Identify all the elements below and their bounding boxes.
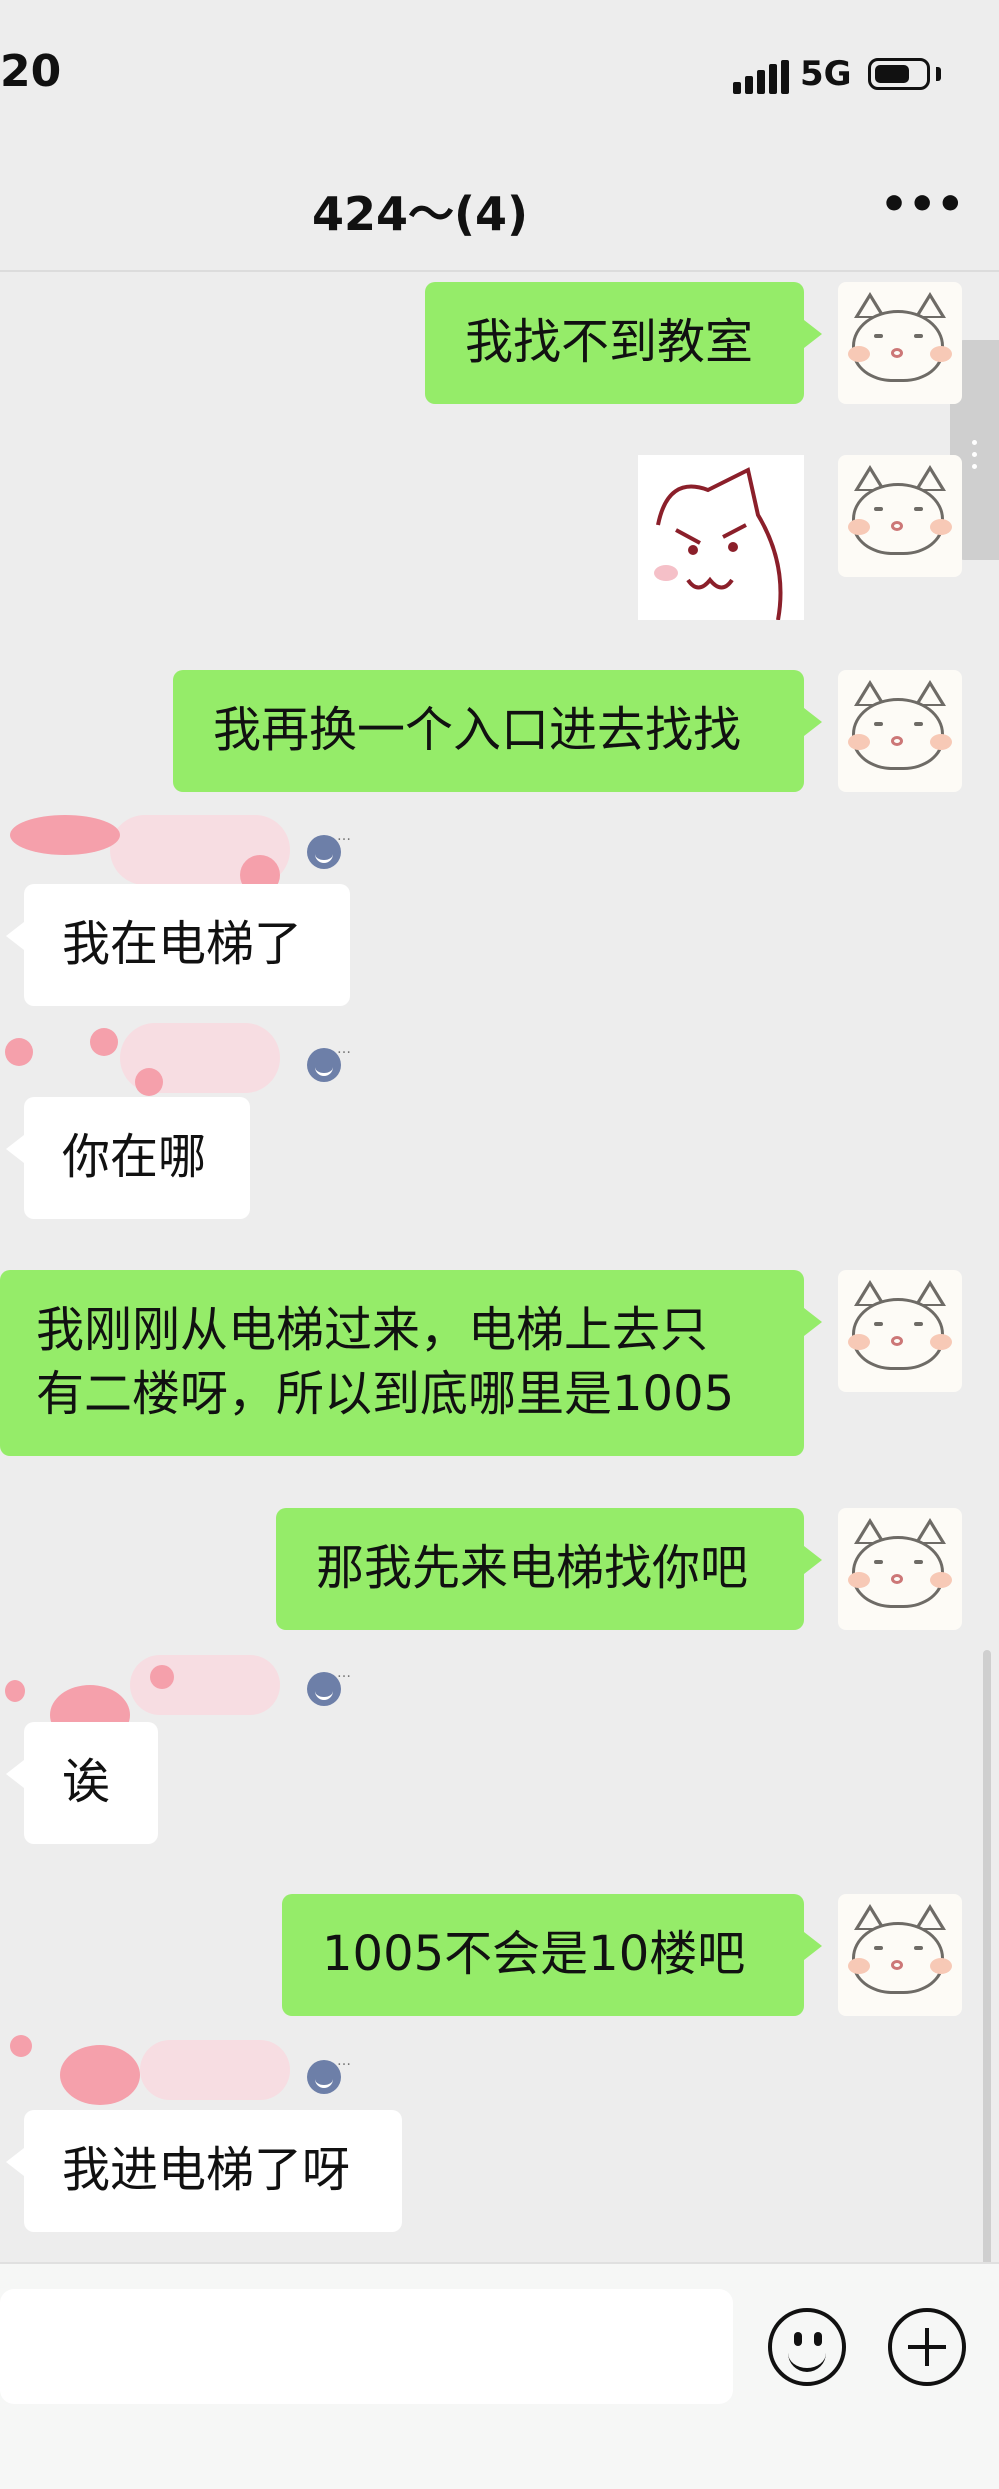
incoming-message[interactable]: 我在电梯了 bbox=[6, 884, 350, 1006]
badge-dots: … bbox=[337, 1665, 351, 1681]
emoji-icon[interactable] bbox=[768, 2308, 846, 2386]
badge-dots: … bbox=[337, 828, 351, 844]
battery-tip bbox=[936, 67, 941, 81]
sender-badge-icon bbox=[307, 835, 341, 869]
user-avatar[interactable] bbox=[838, 455, 962, 577]
outgoing-message[interactable]: 1005不会是10楼吧 bbox=[282, 1894, 822, 2016]
user-avatar[interactable] bbox=[838, 1894, 962, 2016]
signal-icon bbox=[733, 60, 789, 94]
chat-title: 424～(4) bbox=[311, 187, 529, 241]
outgoing-message[interactable]: 我找不到教室 bbox=[425, 282, 822, 404]
network-label: 5G bbox=[800, 54, 852, 94]
sender-avatar[interactable] bbox=[0, 1645, 300, 1731]
input-bar bbox=[0, 2262, 999, 2489]
user-avatar[interactable] bbox=[838, 1270, 962, 1392]
battery-icon bbox=[868, 58, 930, 90]
sender-badge-icon bbox=[307, 2060, 341, 2094]
more-icon[interactable]: ••• bbox=[880, 170, 964, 240]
cat-sticker[interactable] bbox=[638, 455, 804, 620]
badge-dots: … bbox=[337, 1041, 351, 1057]
user-avatar[interactable] bbox=[838, 282, 962, 404]
outgoing-message[interactable]: 我再换一个入口进去找找 bbox=[173, 670, 822, 792]
outgoing-message[interactable]: 我刚刚从电梯过来，电梯上去只 有二楼呀，所以到底哪里是1005 bbox=[0, 1270, 822, 1456]
incoming-message[interactable]: 你在哪 bbox=[6, 1097, 250, 1219]
status-bar: 20 5G bbox=[0, 0, 999, 150]
message-line: 有二楼呀，所以到底哪里是1005 bbox=[36, 1366, 735, 1422]
chat-header: 424～(4) ••• bbox=[0, 150, 999, 272]
badge-dots: … bbox=[337, 2053, 351, 2069]
sender-avatar[interactable] bbox=[0, 2025, 300, 2111]
message-input[interactable] bbox=[0, 2289, 733, 2404]
sender-badge-icon bbox=[307, 1048, 341, 1082]
status-time: 20 bbox=[0, 46, 62, 97]
sender-badge-icon bbox=[307, 1672, 341, 1706]
plus-icon[interactable] bbox=[888, 2308, 966, 2386]
user-avatar[interactable] bbox=[838, 1508, 962, 1630]
incoming-message[interactable]: 我进电梯了呀 bbox=[6, 2110, 402, 2232]
outgoing-message[interactable]: 那我先来电梯找你吧 bbox=[276, 1508, 822, 1630]
message-line: 我刚刚从电梯过来，电梯上去只 bbox=[36, 1302, 709, 1358]
incoming-message[interactable]: 诶 bbox=[6, 1722, 158, 1844]
sender-avatar[interactable] bbox=[0, 1018, 300, 1104]
user-avatar[interactable] bbox=[838, 670, 962, 792]
scrollbar[interactable] bbox=[983, 1650, 991, 2290]
